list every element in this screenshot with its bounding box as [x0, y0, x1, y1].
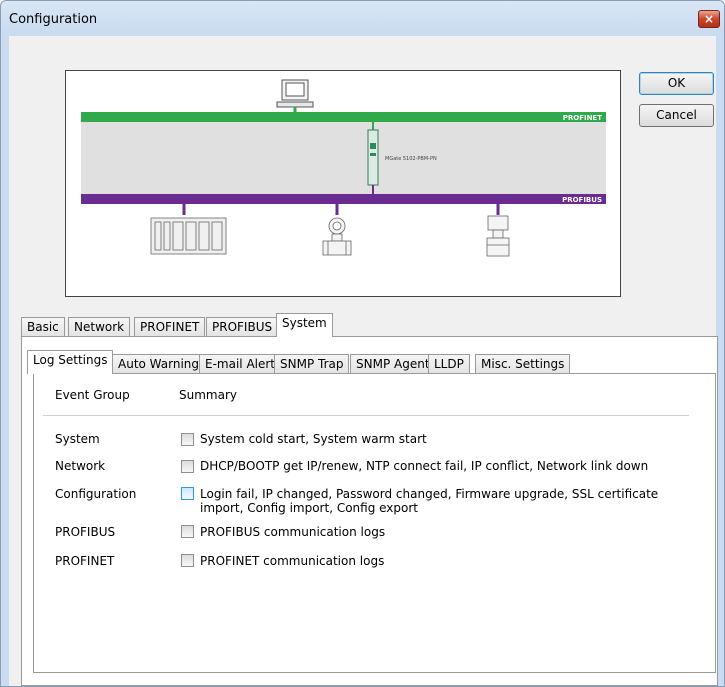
event-group-label: System	[55, 432, 100, 446]
gateway-band	[81, 121, 606, 196]
tab-auto-warning[interactable]: Auto Warning	[112, 354, 206, 374]
cancel-button[interactable]: Cancel	[639, 104, 714, 127]
title-bar: Configuration ×	[1, 1, 724, 35]
tab-lldp[interactable]: LLDP	[428, 354, 470, 374]
profibus-log-checkbox[interactable]	[181, 525, 194, 538]
dialog-client-area: PROFINET MGate 5102-PBM-PN PROFIBUS OK C…	[9, 36, 718, 686]
summary-header: Summary	[179, 388, 237, 402]
profinet-log-checkbox[interactable]	[181, 554, 194, 567]
flow-meter-icon	[322, 217, 352, 256]
ok-button[interactable]: OK	[639, 72, 714, 95]
close-button[interactable]: ×	[698, 10, 720, 28]
tab-profibus[interactable]: PROFIBUS	[206, 317, 279, 337]
close-icon: ×	[703, 12, 715, 26]
profinet-bus-label: PROFINET	[563, 114, 602, 122]
pc-icon	[276, 79, 314, 108]
event-summary: System cold start, System warm start	[200, 432, 427, 446]
event-group-label: Network	[55, 459, 106, 473]
event-summary: DHCP/BOOTP get IP/renew, NTP connect fai…	[200, 459, 649, 473]
tab-basic[interactable]: Basic	[21, 317, 65, 337]
gateway-device-label: MGate 5102-PBM-PN	[385, 156, 437, 162]
event-group-label: Configuration	[55, 487, 137, 501]
event-group-header: Event Group	[55, 388, 130, 402]
event-summary: PROFIBUS communication logs	[200, 525, 386, 539]
tab-system[interactable]: System	[276, 313, 333, 337]
network-log-checkbox[interactable]	[181, 460, 194, 473]
window-title: Configuration	[9, 12, 98, 27]
tab-email-alert[interactable]: E-mail Alert	[199, 354, 282, 374]
tab-snmp-trap[interactable]: SNMP Trap	[274, 354, 350, 374]
configuration-log-checkbox[interactable]	[181, 487, 194, 500]
log-settings-panel	[33, 373, 716, 673]
gateway-device-icon	[367, 122, 379, 194]
profinet-bus-bar	[81, 112, 606, 122]
profibus-bus-label: PROFIBUS	[562, 196, 602, 204]
tab-network[interactable]: Network	[68, 317, 131, 337]
event-summary: PROFINET communication logs	[200, 554, 385, 568]
diagram-svg: PROFINET MGate 5102-PBM-PN PROFIBUS	[81, 79, 606, 257]
event-summary: Login fail, IP changed, Password changed…	[200, 487, 659, 515]
configuration-window: Configuration × PROFINET MGate 5102-PBM-…	[0, 0, 725, 687]
plc-rack-icon	[150, 217, 227, 255]
event-group-label: PROFIBUS	[55, 525, 116, 539]
network-diagram: PROFINET MGate 5102-PBM-PN PROFIBUS	[65, 70, 621, 297]
pressure-transmitter-icon	[486, 215, 510, 257]
header-divider	[43, 415, 689, 416]
tab-misc-settings[interactable]: Misc. Settings	[475, 354, 571, 374]
system-log-checkbox[interactable]	[181, 433, 194, 446]
tab-log-settings[interactable]: Log Settings	[27, 350, 114, 374]
tab-profinet[interactable]: PROFINET	[134, 317, 206, 337]
tab-snmp-agent[interactable]: SNMP Agent	[350, 354, 436, 374]
event-group-label: PROFINET	[55, 554, 115, 568]
profibus-bus-bar	[81, 194, 606, 204]
